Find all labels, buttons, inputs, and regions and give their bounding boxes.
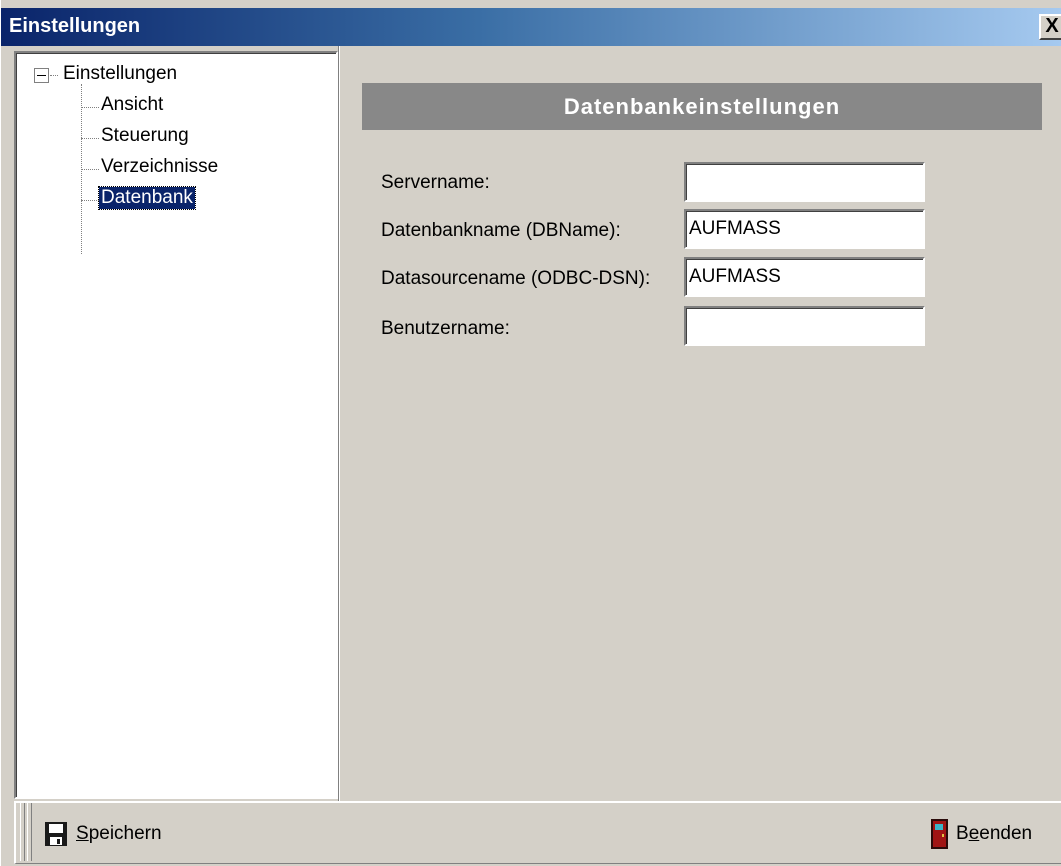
tree-connector <box>81 138 99 139</box>
exit-button[interactable]: Be enden <box>931 818 1032 850</box>
tree-connector <box>81 169 99 170</box>
close-icon: X <box>1045 15 1059 37</box>
window-title: Einstellungen <box>9 15 141 37</box>
tree-item-datenbank[interactable]: Datenbank <box>98 186 196 210</box>
floppy-disk-icon <box>45 822 67 846</box>
exit-label-prefix: B <box>956 823 969 844</box>
close-button[interactable]: X <box>1039 14 1061 40</box>
dbname-label: Datenbankname (DBName): <box>381 220 621 241</box>
tree-connector <box>50 75 58 76</box>
settings-window: Einstellungen X Einstellungen Ansicht St… <box>0 0 1061 866</box>
exit-label: enden <box>979 823 1033 844</box>
dsn-input[interactable] <box>684 257 925 297</box>
tree-connector <box>81 200 99 201</box>
toolbar-grip[interactable] <box>20 803 25 861</box>
save-label: peichern <box>88 823 162 844</box>
servername-input[interactable] <box>684 162 925 202</box>
username-label: Benutzername: <box>381 318 510 339</box>
save-mnemonic: S <box>76 823 89 844</box>
username-input[interactable] <box>684 306 925 346</box>
panel-header: Datenbankeinstellungen <box>362 83 1042 130</box>
panel-divider <box>338 46 340 801</box>
door-exit-icon <box>931 819 948 849</box>
bottom-toolbar <box>14 801 1061 864</box>
dsn-label: Datasourcename (ODBC-DSN): <box>381 268 651 289</box>
tree-item-verzeichnisse[interactable]: Verzeichnisse <box>101 156 218 178</box>
exit-mnemonic: e <box>968 823 980 844</box>
collapse-toggle-icon[interactable] <box>34 68 49 83</box>
settings-tree[interactable]: Einstellungen Ansicht Steuerung Verzeich… <box>14 51 338 799</box>
tree-connector <box>81 107 99 108</box>
toolbar-grip[interactable] <box>27 803 32 861</box>
tree-item-einstellungen[interactable]: Einstellungen <box>63 63 177 85</box>
tree-item-ansicht[interactable]: Ansicht <box>101 94 163 116</box>
dbname-input[interactable] <box>684 209 925 249</box>
save-button[interactable]: Speichern <box>45 818 162 850</box>
servername-label: Servername: <box>381 172 490 193</box>
tree-item-steuerung[interactable]: Steuerung <box>101 125 189 147</box>
tree-inner: Einstellungen Ansicht Steuerung Verzeich… <box>16 53 336 797</box>
title-bar[interactable]: Einstellungen X <box>1 8 1061 46</box>
